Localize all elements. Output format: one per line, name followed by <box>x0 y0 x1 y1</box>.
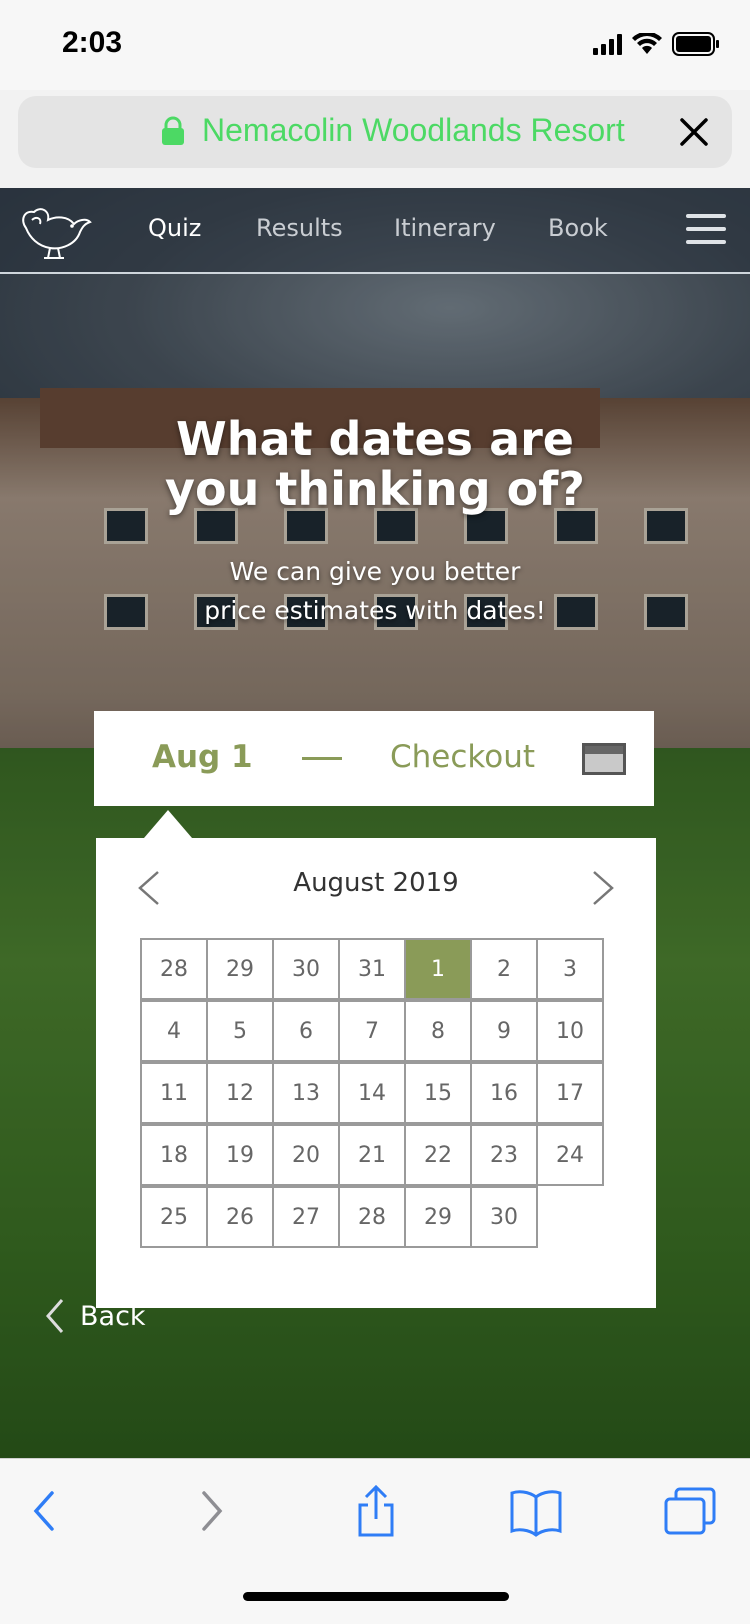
calendar-day[interactable]: 14 <box>338 1062 406 1124</box>
subtitle-line-1: We can give you better <box>229 557 521 586</box>
calendar-pointer <box>144 810 192 838</box>
page-subtitle: We can give you better price estimates w… <box>0 552 750 630</box>
calendar-day[interactable]: 5 <box>206 1000 274 1062</box>
top-nav: Quiz Results Itinerary Book <box>0 188 750 274</box>
checkin-date[interactable]: Aug 1 <box>152 739 253 775</box>
calendar-day[interactable]: 11 <box>140 1062 208 1124</box>
calendar-day[interactable]: 26 <box>206 1186 274 1248</box>
nav-itinerary[interactable]: Itinerary <box>394 214 496 242</box>
calendar-day[interactable]: 7 <box>338 1000 406 1062</box>
calendar-day[interactable]: 23 <box>470 1124 538 1186</box>
calendar-day[interactable]: 29 <box>206 938 274 1000</box>
calendar-day[interactable]: 21 <box>338 1124 406 1186</box>
calendar-day[interactable]: 3 <box>536 938 604 1000</box>
hamburger-menu-icon[interactable] <box>686 214 726 246</box>
status-bar: 2:03 <box>0 0 750 90</box>
chevron-right-icon[interactable] <box>588 868 618 908</box>
calendar-day[interactable]: 17 <box>536 1062 604 1124</box>
checkout-date[interactable]: Checkout <box>390 739 535 775</box>
calendar-day[interactable]: 18 <box>140 1124 208 1186</box>
browser-back-icon[interactable] <box>22 1485 82 1537</box>
calendar-day[interactable]: 6 <box>272 1000 340 1062</box>
calendar-month: August 2019 <box>293 868 459 898</box>
page-content: Quiz Results Itinerary Book What dates a… <box>0 188 750 1458</box>
bookmarks-icon[interactable] <box>506 1485 566 1537</box>
url-bar[interactable]: Nemacolin Woodlands Resort <box>18 96 732 168</box>
calendar-popup: August 2019 28 29 30 31 1 2 3 4 5 6 7 8 9 10 11 12 13 14 1… <box>96 838 656 1308</box>
status-icons <box>593 32 720 56</box>
wifi-icon <box>632 33 662 55</box>
calendar-day[interactable]: 12 <box>206 1062 274 1124</box>
date-range-selector[interactable]: Aug 1 Checkout <box>94 711 654 806</box>
calendar-day[interactable]: 28 <box>140 938 208 1000</box>
calendar-day[interactable]: 24 <box>536 1124 604 1186</box>
calendar-day[interactable]: 28 <box>338 1186 406 1248</box>
calendar-day[interactable]: 4 <box>140 1000 208 1062</box>
calendar-day[interactable]: 29 <box>404 1186 472 1248</box>
calendar-day[interactable]: 31 <box>338 938 406 1000</box>
calendar-day[interactable]: 22 <box>404 1124 472 1186</box>
calendar-day[interactable]: 16 <box>470 1062 538 1124</box>
tabs-icon[interactable] <box>662 1485 722 1537</box>
page-title: What dates are you thinking of? <box>0 414 750 514</box>
share-icon[interactable] <box>346 1484 406 1537</box>
back-button[interactable]: Back <box>44 1298 146 1334</box>
calendar-icon[interactable] <box>582 743 626 775</box>
nav-quiz[interactable]: Quiz <box>148 214 201 242</box>
date-separator <box>302 757 342 760</box>
close-icon[interactable] <box>674 112 714 152</box>
bird-logo-icon[interactable] <box>16 202 92 262</box>
title-line-1: What dates are <box>175 412 574 466</box>
calendar-day[interactable]: 25 <box>140 1186 208 1248</box>
calendar-day[interactable]: 9 <box>470 1000 538 1062</box>
calendar-day[interactable]: 10 <box>536 1000 604 1062</box>
status-time: 2:03 <box>62 26 123 59</box>
calendar-day[interactable]: 19 <box>206 1124 274 1186</box>
home-indicator[interactable] <box>243 1592 509 1601</box>
cellular-signal-icon <box>593 33 622 55</box>
calendar-day[interactable]: 20 <box>272 1124 340 1186</box>
calendar-day[interactable]: 1 <box>404 938 472 1000</box>
site-name[interactable]: Nemacolin Woodlands Resort <box>202 112 625 149</box>
battery-icon <box>672 32 720 56</box>
calendar-day[interactable]: 30 <box>470 1186 538 1248</box>
calendar-day[interactable]: 2 <box>470 938 538 1000</box>
chevron-left-icon <box>46 1299 64 1333</box>
back-label: Back <box>80 1300 146 1332</box>
calendar-day[interactable]: 13 <box>272 1062 340 1124</box>
calendar-day[interactable]: 27 <box>272 1186 340 1248</box>
lock-icon <box>161 116 185 150</box>
title-line-2: you thinking of? <box>165 462 585 516</box>
calendar-day[interactable]: 15 <box>404 1062 472 1124</box>
calendar-day[interactable]: 30 <box>272 938 340 1000</box>
nav-book[interactable]: Book <box>548 214 608 242</box>
calendar-day[interactable]: 8 <box>404 1000 472 1062</box>
browser-forward-icon[interactable] <box>182 1485 242 1537</box>
subtitle-line-2: price estimates with dates! <box>204 596 546 625</box>
nav-results[interactable]: Results <box>256 214 343 242</box>
